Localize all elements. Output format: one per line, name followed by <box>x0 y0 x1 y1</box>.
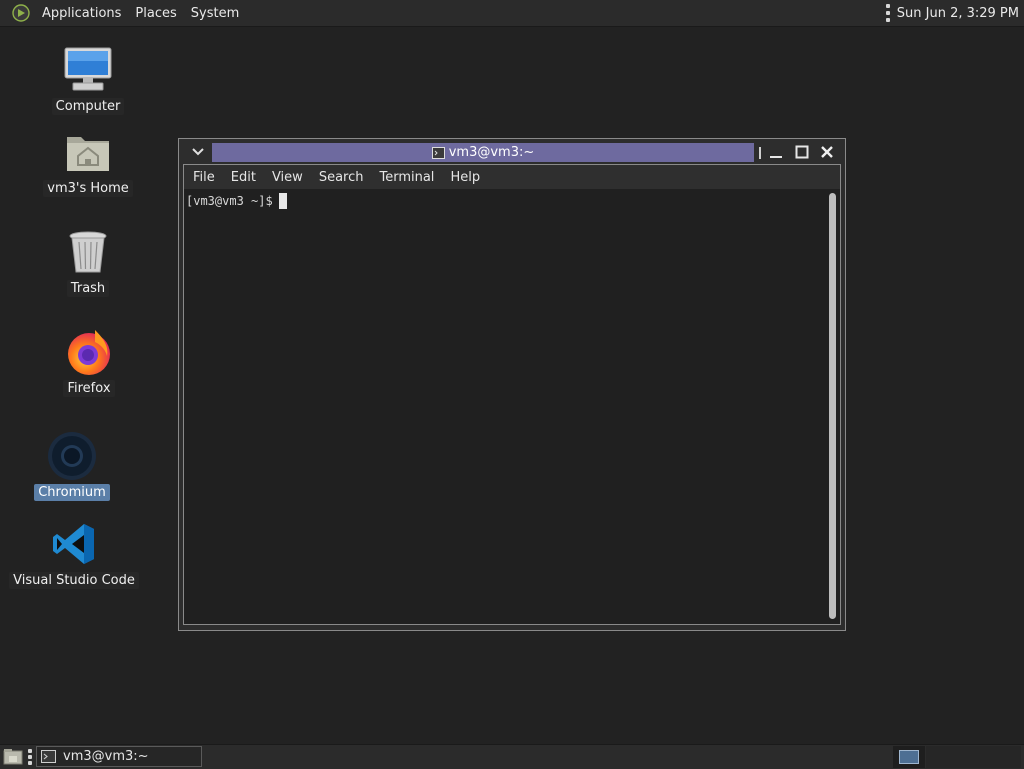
terminal-icon <box>431 146 445 159</box>
taskbar-terminal-button[interactable]: vm3@vm3:~ <box>36 746 202 767</box>
workspace-switcher[interactable] <box>893 746 925 768</box>
desktop-icon-computer[interactable]: Computer <box>50 44 126 115</box>
terminal-scrollbar[interactable] <box>826 189 840 624</box>
show-desktop-icon[interactable] <box>3 748 23 766</box>
desktop-icon-label: Computer <box>51 98 125 115</box>
top-panel: Applications Places System Sun Jun 2, 3:… <box>0 0 1024 27</box>
close-icon[interactable] <box>819 144 835 160</box>
vscode-icon <box>48 518 100 570</box>
bottom-panel: vm3@vm3:~ <box>0 744 1024 769</box>
menu-system[interactable]: System <box>184 6 246 21</box>
menu-edit[interactable]: Edit <box>223 170 264 185</box>
panel-handle-icon[interactable] <box>885 4 890 22</box>
terminal-body: File Edit View Search Terminal Help [vm3… <box>183 164 841 625</box>
desktop-icon-label: Visual Studio Code <box>9 572 139 589</box>
clock[interactable]: Sun Jun 2, 3:29 PM <box>897 6 1019 21</box>
home-folder-icon <box>62 126 114 178</box>
workspace-2[interactable] <box>926 746 1021 768</box>
menu-help[interactable]: Help <box>442 170 488 185</box>
minimize-icon[interactable] <box>768 144 784 160</box>
taskbar-label: vm3@vm3:~ <box>63 749 149 764</box>
firefox-icon <box>63 326 115 378</box>
desktop-icon-firefox[interactable]: Firefox <box>60 326 118 397</box>
desktop-icon-label: Firefox <box>63 380 115 397</box>
desktop-icon-chromium[interactable]: Chromium <box>34 430 110 501</box>
terminal-output[interactable]: [vm3@vm3 ~]$ <box>184 189 826 624</box>
scrollbar-thumb[interactable] <box>829 193 836 619</box>
computer-icon <box>62 44 114 96</box>
terminal-icon <box>41 750 56 763</box>
text-cursor <box>278 193 287 209</box>
titlebar-separator <box>759 147 761 159</box>
prompt-text: [vm3@vm3 ~]$ <box>186 194 273 208</box>
window-menu-chevron-icon[interactable] <box>189 143 207 161</box>
maximize-icon[interactable] <box>794 144 810 160</box>
desktop-icon-label: Trash <box>66 280 110 297</box>
window-title: vm3@vm3:~ <box>448 145 535 160</box>
window-titlebar[interactable]: vm3@vm3:~ <box>179 139 845 165</box>
menu-places[interactable]: Places <box>128 6 183 21</box>
desktop-icon-trash[interactable]: Trash <box>60 226 116 297</box>
desktop-icon-home[interactable]: vm3's Home <box>43 126 133 197</box>
menu-applications[interactable]: Applications <box>35 6 128 21</box>
chromium-icon <box>46 430 98 482</box>
terminal-window: vm3@vm3:~ File Edit View Search Terminal… <box>178 138 846 631</box>
desktop-icon-label: vm3's Home <box>43 180 133 197</box>
menu-file[interactable]: File <box>185 170 223 185</box>
menu-search[interactable]: Search <box>311 170 372 185</box>
trash-icon <box>62 226 114 278</box>
window-title-bar[interactable]: vm3@vm3:~ <box>212 143 754 162</box>
desktop-icon-label: Chromium <box>34 484 110 501</box>
menu-view[interactable]: View <box>264 170 311 185</box>
distro-logo-icon[interactable] <box>12 4 30 22</box>
desktop-icon-vscode[interactable]: Visual Studio Code <box>9 518 139 589</box>
panel-handle-icon[interactable] <box>28 749 32 765</box>
workspace-1[interactable] <box>899 750 919 764</box>
terminal-menubar: File Edit View Search Terminal Help <box>184 165 840 189</box>
panel-right: Sun Jun 2, 3:29 PM <box>885 0 1019 26</box>
menu-terminal[interactable]: Terminal <box>371 170 442 185</box>
shell-prompt: [vm3@vm3 ~]$ <box>186 193 287 209</box>
